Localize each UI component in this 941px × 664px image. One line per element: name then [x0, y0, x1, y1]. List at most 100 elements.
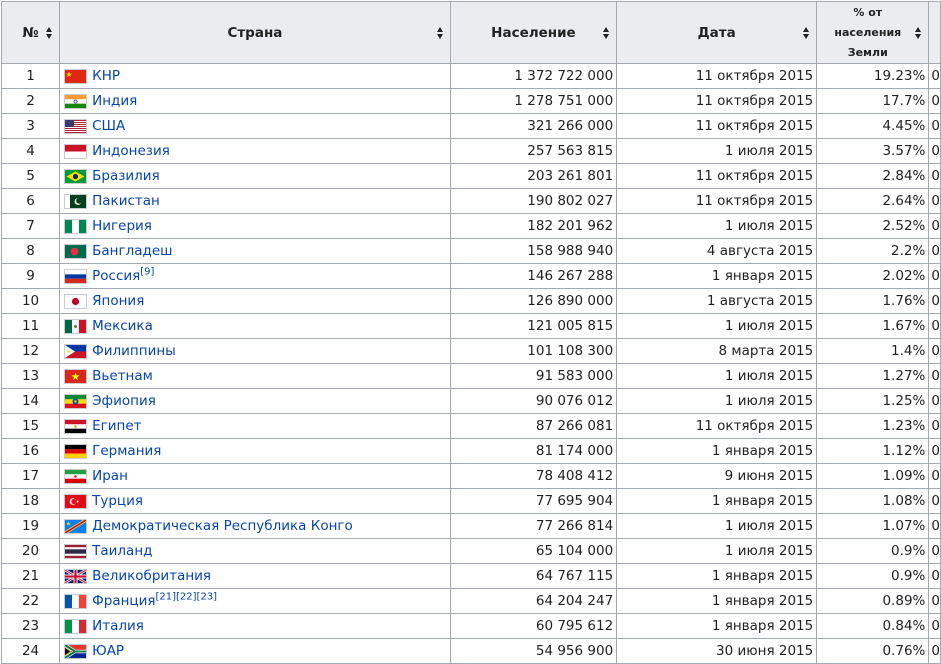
- sort-icon[interactable]: [603, 26, 610, 39]
- extra-cell: 0: [928, 538, 941, 564]
- row-number: 5: [0, 163, 61, 189]
- egypt-flag-icon[interactable]: [64, 418, 88, 434]
- table-row: 22 Франция[21][22][23] 64 204 247 1 января …: [0, 588, 941, 614]
- column-header-date-label: Дата: [697, 24, 736, 41]
- sort-icon[interactable]: [436, 26, 444, 39]
- row-number: 23: [0, 613, 61, 639]
- country-link[interactable]: Бразилия: [92, 168, 160, 184]
- country-link[interactable]: Иран: [92, 468, 128, 484]
- country-cell: Пакистан: [59, 188, 451, 214]
- country-cell: Япония: [59, 288, 451, 314]
- country-link[interactable]: Мексика: [92, 318, 153, 334]
- country-link[interactable]: Италия: [92, 618, 144, 634]
- reference-link[interactable]: [21][22][23]: [156, 592, 218, 603]
- country-link[interactable]: Нигерия: [92, 218, 152, 234]
- country-link[interactable]: Египет: [92, 418, 141, 434]
- vietnam-flag-icon[interactable]: [64, 368, 88, 384]
- country-link[interactable]: Вьетнам: [92, 368, 153, 384]
- south-africa-flag-icon[interactable]: [64, 643, 88, 659]
- percent-cell: 1.09%: [816, 463, 930, 489]
- uk-flag-icon[interactable]: [64, 568, 88, 584]
- table-row: 19 Демократическая Республика Конго 77 266…: [0, 513, 941, 539]
- reference-link[interactable]: [9]: [140, 267, 154, 278]
- country-link[interactable]: КНР: [92, 68, 120, 84]
- japan-flag-icon[interactable]: [64, 293, 88, 309]
- extra-cell: 0: [928, 463, 941, 489]
- country-link[interactable]: США: [92, 118, 125, 134]
- date-cell: 1 июля 2015: [616, 313, 818, 339]
- table-row: 2 Индия 1 278 751 000 11 октября 2015 17.7% 0: [0, 88, 941, 114]
- country-link[interactable]: Эфиопия: [92, 393, 156, 409]
- philippines-flag-icon[interactable]: [64, 343, 88, 359]
- germany-flag-icon[interactable]: [64, 443, 88, 459]
- column-header-country[interactable]: Страна: [59, 1, 451, 64]
- china-flag-icon[interactable]: [64, 68, 88, 84]
- percent-cell: 3.57%: [816, 138, 930, 164]
- indonesia-flag-icon[interactable]: [64, 143, 88, 159]
- table-row: 14 Эфиопия 90 076 012 1 июля 2015 1.25% 0: [0, 388, 941, 414]
- country-link[interactable]: Индия: [92, 93, 137, 109]
- italy-flag-icon[interactable]: [64, 618, 88, 634]
- extra-cell: 0: [928, 88, 941, 114]
- percent-cell: 19.23%: [816, 63, 930, 89]
- table-row: 9 Россия[9] 146 267 288 1 января 2015 2.02% 0: [0, 263, 941, 289]
- country-link[interactable]: Бангладеш: [92, 243, 172, 259]
- country-link[interactable]: Демократическая Республика Конго: [92, 518, 353, 534]
- table-row: 24 ЮАР 54 956 900 30 июня 2015 0.76% 0: [0, 638, 941, 664]
- date-cell: 1 января 2015: [616, 588, 818, 614]
- country-link[interactable]: Франция: [92, 593, 155, 609]
- country-link[interactable]: Турция: [92, 493, 143, 509]
- country-cell: Эфиопия: [59, 388, 451, 414]
- sort-icon[interactable]: [46, 26, 53, 39]
- column-header-population-label: Население: [491, 24, 576, 41]
- country-link[interactable]: ЮАР: [92, 643, 124, 659]
- column-header-population[interactable]: Население: [449, 1, 618, 64]
- row-number: 14: [0, 388, 61, 414]
- country-link[interactable]: Таиланд: [92, 543, 152, 559]
- drc-flag-icon[interactable]: [64, 518, 88, 534]
- population-cell: 203 261 801: [449, 163, 618, 189]
- table-row: 15 Египет 87 266 081 11 октября 2015 1.23% 0: [0, 413, 941, 439]
- population-cell: 126 890 000: [449, 288, 618, 314]
- sort-icon[interactable]: [915, 26, 922, 39]
- country-link[interactable]: Индонезия: [92, 143, 170, 159]
- country-link[interactable]: Германия: [92, 443, 161, 459]
- column-header-date[interactable]: Дата: [616, 1, 818, 64]
- row-number: 1: [0, 63, 61, 89]
- russia-flag-icon[interactable]: [64, 268, 88, 284]
- thailand-flag-icon[interactable]: [64, 543, 88, 559]
- country-link[interactable]: Япония: [92, 293, 144, 309]
- france-flag-icon[interactable]: [64, 593, 88, 609]
- column-header-number[interactable]: №: [0, 1, 61, 64]
- mexico-flag-icon[interactable]: [64, 318, 88, 334]
- ethiopia-flag-icon[interactable]: [64, 393, 88, 409]
- country-link[interactable]: Филиппины: [92, 343, 176, 359]
- percent-cell: 2.02%: [816, 263, 930, 289]
- country-link[interactable]: Великобритания: [92, 568, 211, 584]
- population-cell: 321 266 000: [449, 113, 618, 139]
- row-number: 24: [0, 638, 61, 664]
- country-cell: Германия: [59, 438, 451, 464]
- usa-flag-icon[interactable]: [64, 118, 88, 134]
- nigeria-flag-icon[interactable]: [64, 218, 88, 234]
- brazil-flag-icon[interactable]: [64, 168, 88, 184]
- country-cell: КНР: [59, 63, 451, 89]
- iran-flag-icon[interactable]: [64, 468, 88, 484]
- percent-cell: 1.12%: [816, 438, 930, 464]
- country-link[interactable]: Пакистан: [92, 193, 160, 209]
- india-flag-icon[interactable]: [64, 93, 88, 109]
- date-cell: 11 октября 2015: [616, 63, 818, 89]
- table-row: 6 Пакистан 190 802 027 11 октября 2015 2.64%…: [0, 188, 941, 214]
- row-number: 17: [0, 463, 61, 489]
- extra-cell: 0: [928, 563, 941, 589]
- row-number: 15: [0, 413, 61, 439]
- turkey-flag-icon[interactable]: [64, 493, 88, 509]
- row-number: 11: [0, 313, 61, 339]
- bangladesh-flag-icon[interactable]: [64, 243, 88, 259]
- column-header-percent[interactable]: % от населения Земли: [816, 1, 930, 64]
- country-link[interactable]: Россия: [92, 268, 140, 284]
- sort-icon[interactable]: [803, 26, 810, 39]
- population-cell: 1 278 751 000: [449, 88, 618, 114]
- row-number: 10: [0, 288, 61, 314]
- pakistan-flag-icon[interactable]: [64, 193, 88, 209]
